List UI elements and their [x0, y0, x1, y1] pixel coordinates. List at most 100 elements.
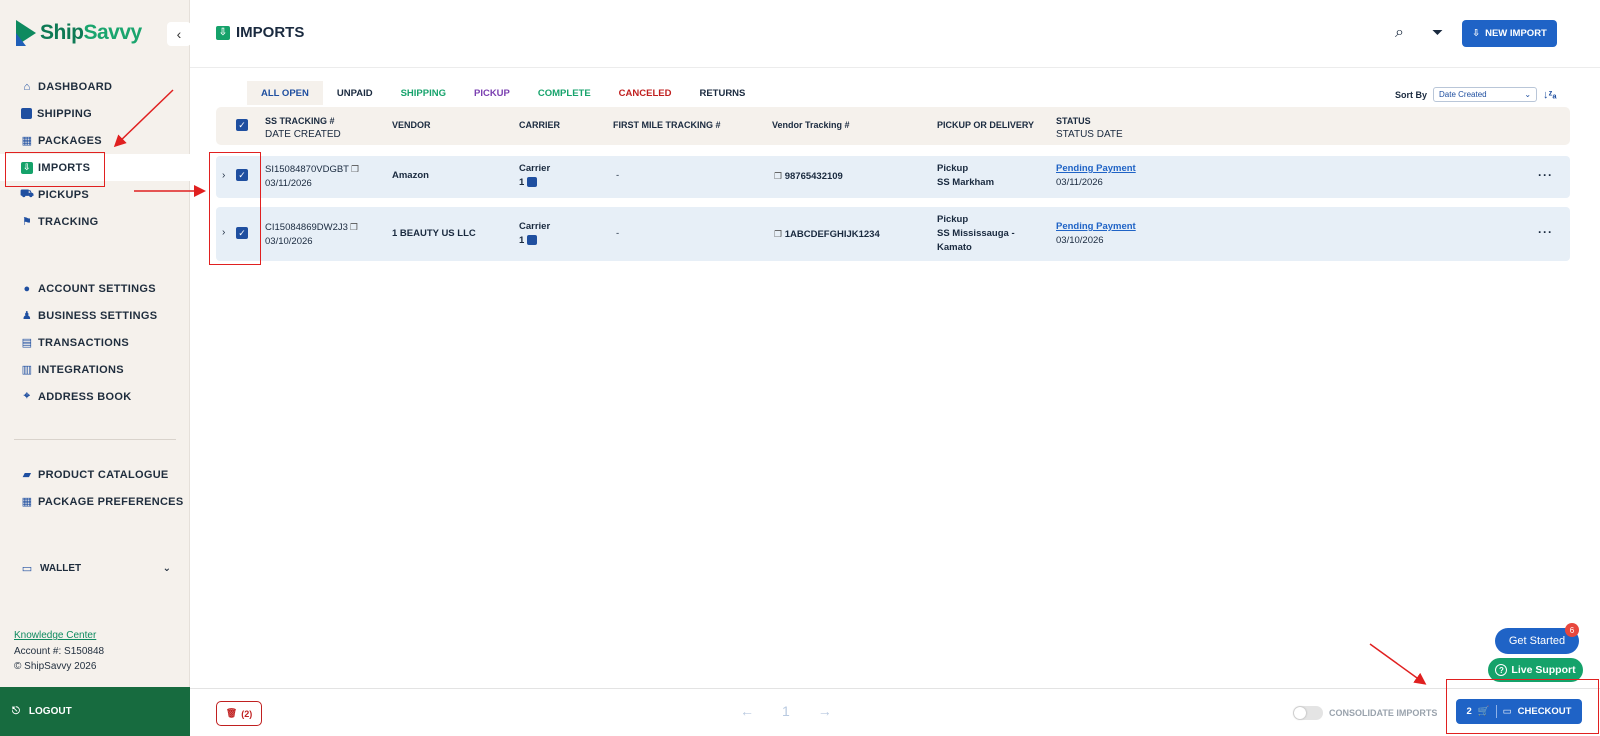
more-options-icon[interactable]: ···: [1538, 225, 1553, 239]
copy-icon[interactable]: ❐: [774, 171, 782, 181]
annotation-box-checkboxes: [209, 152, 261, 265]
account-number: Account #: S150848: [14, 645, 105, 657]
tab-complete[interactable]: COMPLETE: [524, 81, 605, 105]
arrow-left-icon[interactable]: ←: [740, 703, 754, 719]
sort-label: Sort By: [1395, 89, 1428, 100]
tab-returns[interactable]: RETURNS: [685, 81, 759, 105]
sidebar-item-integrations[interactable]: ▥ INTEGRATIONS: [0, 356, 190, 383]
logo-text-savvy: Savvy: [83, 21, 143, 44]
tracking-cell: CI15084869DW2J3 ❐ 03/10/2026: [265, 220, 358, 249]
delete-count: (2): [241, 708, 253, 719]
vendor-tracking-cell: ❐ 98765432109: [774, 171, 843, 182]
carrier-cell: Carrier 1: [519, 221, 551, 246]
table-row[interactable]: › ✓ CI15084869DW2J3 ❐ 03/10/2026 1 BEAUTY…: [216, 207, 1570, 261]
arrow-to-checkout: [1369, 643, 1427, 685]
shipsavvy-logo[interactable]: ShipSavvy: [16, 20, 142, 46]
sidebar-item-label: TRACKING: [38, 215, 99, 228]
status-link[interactable]: Pending Payment: [1056, 163, 1136, 174]
status-date: 03/10/2026: [1056, 235, 1104, 246]
chevron-down-icon: ⌄: [1524, 90, 1532, 99]
table-header: ✓ SS TRACKING # DATE CREATED VENDOR CARR…: [216, 107, 1570, 145]
date-created: 03/11/2026: [265, 178, 312, 189]
sidebar-item-package-preferences[interactable]: ▦ PACKAGE PREFERENCES: [0, 488, 190, 515]
search-icon[interactable]: ⌕: [1395, 24, 1404, 42]
sidebar-footer: Knowledge Center Account #: S150848 © Sh…: [14, 628, 104, 675]
arrow-right-icon[interactable]: →: [818, 703, 832, 719]
delete-selected-button[interactable]: 🗑 (2): [216, 701, 262, 726]
column-pickup-delivery[interactable]: PICKUP OR DELIVERY: [937, 119, 1034, 132]
copy-icon[interactable]: ❐: [350, 222, 358, 232]
logout-button[interactable]: ⎋ LOGOUT: [0, 687, 190, 736]
knowledge-center-link[interactable]: Knowledge Center: [14, 630, 96, 641]
sidebar-item-shipping[interactable]: SHIPPING: [0, 100, 190, 127]
tab-shipping[interactable]: SHIPPING: [387, 81, 460, 105]
column-first-mile[interactable]: FIRST MILE TRACKING #: [613, 119, 721, 132]
bottom-action-bar: 🗑 (2) ← 1 → CONSOLIDATE IMPORTS 2 🛒 ▭ CH…: [190, 688, 1600, 736]
transactions-icon: ▤: [21, 337, 33, 349]
chevron-left-icon: ‹: [176, 26, 182, 42]
tab-unpaid[interactable]: UNPAID: [323, 81, 387, 105]
status-link[interactable]: Pending Payment: [1056, 221, 1136, 232]
sidebar-item-label: INTEGRATIONS: [38, 363, 124, 376]
vendor-cell: 1 BEAUTY US LLC: [392, 228, 476, 239]
home-icon: ⌂: [23, 80, 31, 93]
sidebar-item-business-settings[interactable]: ♟ BUSINESS SETTINGS: [0, 302, 190, 329]
sidebar-item-label: ACCOUNT SETTINGS: [38, 282, 156, 295]
sidebar-item-product-catalogue[interactable]: ▰ PRODUCT CATALOGUE: [0, 461, 190, 488]
copyright: © ShipSavvy 2026: [14, 661, 97, 672]
sidebar-item-label: PICKUPS: [38, 188, 89, 201]
copy-icon[interactable]: ❐: [774, 229, 782, 239]
status-date: 03/11/2026: [1056, 177, 1103, 188]
consolidate-imports-toggle[interactable]: CONSOLIDATE IMPORTS: [1293, 706, 1437, 720]
pickup-cell: Pickup SS Mississauga - Kamato: [937, 214, 1015, 253]
sidebar-item-address-book[interactable]: ⌖ ADDRESS BOOK: [0, 383, 190, 410]
wallet-label: WALLET: [40, 562, 82, 574]
tab-pickup[interactable]: PICKUP: [460, 81, 524, 105]
notification-badge: 6: [1565, 623, 1579, 637]
new-import-button[interactable]: ⇩ NEW IMPORT: [1462, 20, 1557, 47]
filter-icon[interactable]: ⏷: [1432, 24, 1443, 41]
column-status[interactable]: STATUS STATUS DATE: [1056, 115, 1123, 141]
catalogue-icon: ▰: [22, 469, 32, 481]
consolidate-label: CONSOLIDATE IMPORTS: [1329, 708, 1438, 718]
collapse-sidebar-button[interactable]: ‹: [167, 22, 191, 46]
column-vendor-tracking[interactable]: Vendor Tracking #: [772, 119, 850, 132]
sort-select[interactable]: Date Created ⌄: [1433, 87, 1538, 102]
sidebar-item-label: PRODUCT CATALOGUE: [38, 468, 169, 481]
toggle-switch[interactable]: [1293, 706, 1323, 720]
business-icon: ♟: [21, 310, 33, 322]
pagination: ← 1 →: [740, 703, 832, 719]
sidebar-item-dashboard[interactable]: ⌂ DASHBOARD: [0, 73, 190, 100]
copy-icon[interactable]: ❐: [351, 164, 359, 174]
tab-all-open[interactable]: ALL OPEN: [247, 81, 323, 105]
more-options-icon[interactable]: ···: [1538, 168, 1553, 182]
live-support-label: Live Support: [1511, 664, 1576, 676]
account-icon: ●: [23, 282, 31, 295]
tracking-cell: SI15084870VDGBT ❐ 03/11/2026: [265, 162, 359, 191]
column-tracking[interactable]: SS TRACKING # DATE CREATED: [265, 115, 341, 141]
catalogue-nav: ▰ PRODUCT CATALOGUE ▦ PACKAGE PREFERENCE…: [0, 461, 190, 515]
sidebar-item-label: PACKAGES: [38, 134, 102, 147]
tab-canceled[interactable]: CANCELED: [605, 81, 686, 105]
sort-direction-icon[interactable]: ↓ᶻₐ: [1543, 89, 1557, 101]
tracking-number: CI15084869DW2J3: [265, 222, 348, 233]
table-row[interactable]: › ✓ SI15084870VDGBT ❐ 03/11/2026 Amazon C…: [216, 156, 1570, 198]
sidebar-item-account-settings[interactable]: ● ACCOUNT SETTINGS: [0, 275, 190, 302]
sidebar-item-label: PACKAGE PREFERENCES: [38, 495, 184, 508]
sidebar-item-transactions[interactable]: ▤ TRANSACTIONS: [0, 329, 190, 356]
select-all-checkbox[interactable]: ✓: [236, 119, 248, 131]
column-carrier[interactable]: CARRIER: [519, 119, 560, 132]
wallet-icon: ▭: [21, 562, 33, 575]
page-number[interactable]: 1: [782, 703, 790, 719]
shipping-icon: [21, 108, 32, 119]
imports-icon: ⇩: [1472, 28, 1481, 39]
integrations-icon: ▥: [21, 364, 33, 376]
sidebar-item-packages[interactable]: ▦ PACKAGES: [0, 127, 190, 154]
column-vendor[interactable]: VENDOR: [392, 119, 431, 132]
sidebar-item-tracking[interactable]: ⚑ TRACKING: [0, 208, 190, 235]
tracking-icon: ⚑: [21, 216, 33, 228]
annotation-box-checkout: [1446, 679, 1599, 734]
top-header: ⇩ IMPORTS ⌕ ⏷ ⇩ NEW IMPORT: [190, 0, 1600, 68]
settings-nav: ● ACCOUNT SETTINGS ♟ BUSINESS SETTINGS ▤…: [0, 275, 190, 410]
wallet-dropdown[interactable]: ▭ WALLET ⌄: [21, 562, 171, 575]
